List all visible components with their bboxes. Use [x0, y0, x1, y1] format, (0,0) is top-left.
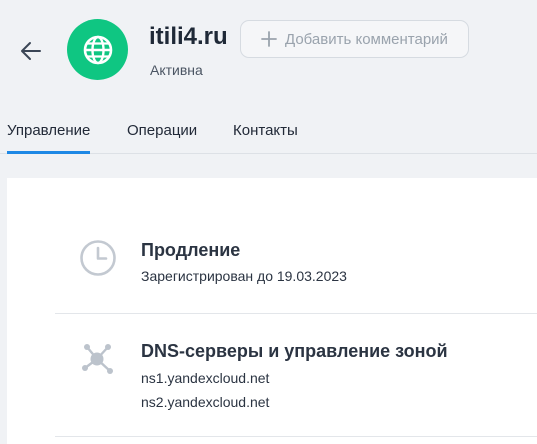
renewal-title: Продление	[141, 240, 241, 260]
arrow-left-icon	[21, 42, 41, 60]
clock-icon	[79, 239, 117, 277]
tab-contacts[interactable]: Контакты	[233, 122, 298, 139]
back-button[interactable]	[18, 38, 44, 64]
domain-avatar	[67, 19, 128, 80]
add-comment-label: Добавить комментарий	[285, 30, 448, 48]
plus-icon	[261, 31, 277, 47]
domain-status: Активна	[150, 62, 203, 78]
dns-section[interactable]: DNS-серверы и управление зоной ns1.yande…	[55, 314, 537, 436]
domain-title: itili4.ru	[149, 23, 228, 50]
renewal-date: Зарегистрирован до 19.03.2023	[141, 268, 347, 284]
tab-operations[interactable]: Операции	[127, 122, 197, 139]
globe-icon	[83, 35, 112, 64]
dns-server-2: ns2.yandexcloud.net	[141, 394, 270, 410]
domain-management-card: Продление Зарегистрирован до 19.03.2023 …	[7, 178, 537, 444]
dns-title: DNS-серверы и управление зоной	[141, 341, 448, 361]
dns-server-1: ns1.yandexcloud.net	[141, 370, 270, 386]
tab-bar: Управление Операции Контакты	[0, 108, 537, 154]
section-divider	[55, 436, 537, 437]
renewal-section[interactable]: Продление Зарегистрирован до 19.03.2023	[55, 178, 537, 313]
tab-management[interactable]: Управление	[7, 122, 91, 154]
network-icon	[79, 339, 117, 377]
page-header: itili4.ru Активна Добавить комментарий	[0, 0, 537, 108]
add-comment-button[interactable]: Добавить комментарий	[240, 20, 469, 58]
